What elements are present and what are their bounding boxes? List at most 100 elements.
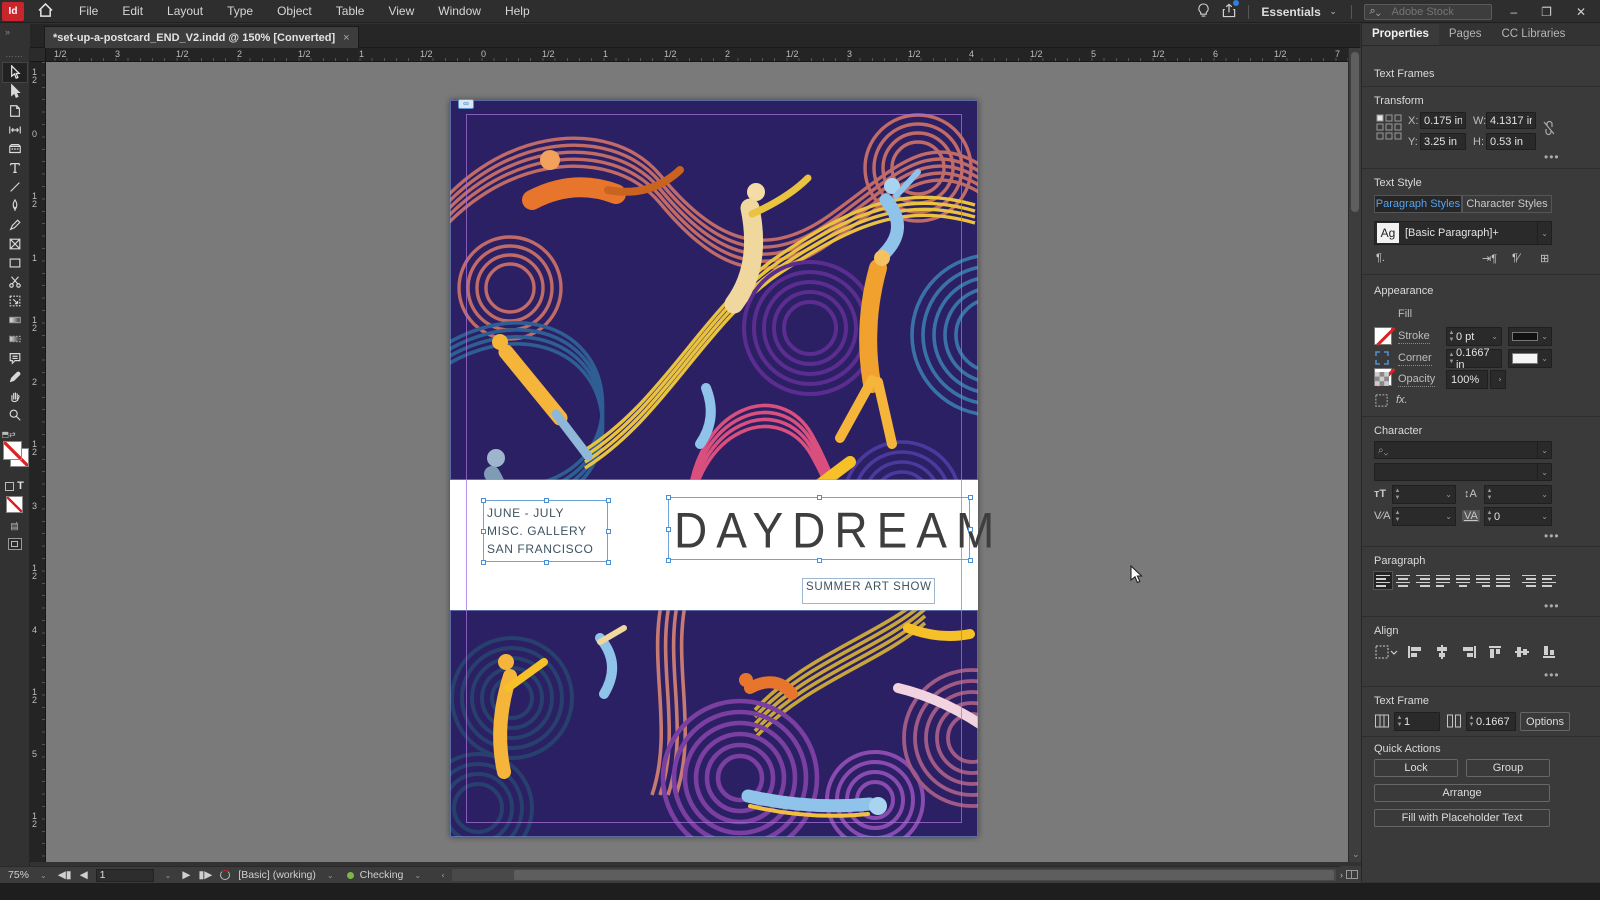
selection-handle[interactable] [606,529,611,534]
align-center-h-button[interactable] [1433,644,1453,660]
spread-view-tools[interactable]: › [1340,866,1361,883]
workspace-switcher[interactable]: Essentials ⌄ [1261,5,1339,19]
selection-handle[interactable] [968,558,973,563]
character-more-options[interactable]: ••• [1544,529,1560,543]
stock-search-input[interactable] [1364,3,1493,20]
preflight-preset[interactable]: [Basic] (working) [238,869,316,881]
selection-handle[interactable] [481,529,486,534]
corner-options-icon[interactable] [1374,350,1390,366]
selection-handle[interactable] [666,495,671,500]
menu-table[interactable]: Table [324,4,377,18]
artwork-bottom-image[interactable] [450,610,978,837]
columns-control[interactable]: ▲ ▼ 1 [1394,712,1440,731]
font-style-dropdown[interactable]: ⌄ [1374,463,1552,481]
stock-search[interactable]: ⌕⌄ [1364,3,1493,20]
pen-tool[interactable] [3,196,27,215]
w-field[interactable] [1486,112,1536,129]
selection-handle[interactable] [543,560,549,565]
paragraph-align-center-button[interactable] [1394,572,1412,589]
lock-button[interactable]: Lock [1374,759,1458,777]
note-tool[interactable] [3,348,27,367]
style-dropdown-chevron-icon[interactable]: ⌄ [1537,222,1551,244]
menu-window[interactable]: Window [426,4,493,18]
clear-overrides-icon[interactable]: ¶⁄ [1512,252,1520,264]
x-field[interactable] [1420,112,1466,129]
selection-handle[interactable] [481,498,486,503]
menu-help[interactable]: Help [493,4,542,18]
group-button[interactable]: Group [1466,759,1550,777]
align-left-button[interactable] [1406,644,1426,660]
transform-more-options[interactable]: ••• [1544,150,1560,164]
corner-shape-control[interactable]: ⌄ [1508,349,1552,368]
menu-view[interactable]: View [376,4,426,18]
scroll-left-arrow-icon[interactable]: ⌄ [440,869,449,882]
frame-tool[interactable] [3,234,27,253]
document-page[interactable]: ∞ JUNE - JULY MISC. GALLERY SAN FRANCISC… [450,99,994,837]
page-tool[interactable] [3,101,27,120]
paragraph-align-away-from-spine-button[interactable] [1540,572,1558,589]
screen-mode-icon[interactable] [7,538,22,550]
preflight-icon[interactable] [220,870,231,880]
horizontal-scrollbar-thumb[interactable] [514,870,1334,880]
kerning-control[interactable]: ▲ ▼ ⌄ [1392,507,1456,526]
font-style-chevron-icon[interactable]: ⌄ [1537,464,1551,480]
document-tab[interactable]: *set-up-a-postcard_END_V2.indd @ 150% [C… [44,26,359,48]
page-chevron-icon[interactable]: ⌄ [162,871,175,880]
status-chevron-icon[interactable]: ⌄ [411,871,424,880]
fx-label[interactable]: fx. [1396,394,1408,406]
hand-tool[interactable] [3,386,27,405]
text-frame-options-button[interactable]: Options [1520,712,1570,731]
share-icon[interactable] [1222,0,1240,21]
type-tool[interactable] [3,158,27,177]
pasteboard[interactable]: ∞ JUNE - JULY MISC. GALLERY SAN FRANCISC… [46,62,1348,862]
arrange-button[interactable]: Arrange [1374,784,1550,802]
paragraph-align-right-button[interactable] [1414,572,1432,589]
fill-placeholder-button[interactable]: Fill with Placeholder Text [1374,809,1550,827]
character-styles-tab[interactable]: Character Styles [1462,195,1552,213]
corner-shape-chevron-icon[interactable]: ⌄ [1538,354,1551,363]
scissors-tool[interactable] [3,272,27,291]
free-transform-tool[interactable] [3,291,27,310]
document-tab-close-icon[interactable]: × [343,32,349,44]
y-field[interactable] [1420,133,1466,150]
selection-handle[interactable] [968,526,973,532]
corner-size-control[interactable]: ▲ ▼ 0.1667 in [1446,347,1502,371]
address-text-frame[interactable]: JUNE - JULY MISC. GALLERY SAN FRANCISCO [481,498,611,565]
selection-handle[interactable] [606,498,611,503]
stroke-stepper[interactable]: ▲ ▼ [1447,330,1456,344]
pencil-tool[interactable] [3,215,27,234]
corner-label[interactable]: Corner [1398,352,1432,366]
line-tool[interactable] [3,177,27,196]
fill-color-swatch[interactable] [1374,327,1392,345]
menu-type[interactable]: Type [215,4,265,18]
rectangle-tool[interactable] [3,253,27,272]
gutter-control[interactable]: ▲ ▼ 0.1667 [1466,712,1516,731]
opacity-expand-button[interactable]: ⌄ [1490,370,1506,389]
opacity-control[interactable]: 100% [1446,370,1488,389]
h-field[interactable] [1486,133,1536,150]
font-size-control[interactable]: ▲ ▼ ⌄ [1392,485,1456,504]
object-effects-icon[interactable] [1374,393,1389,408]
zoom-level[interactable]: 75% [8,869,29,881]
selection-handle[interactable] [968,495,973,500]
selection-handle[interactable] [543,498,549,503]
last-page-button[interactable]: ▮▶ [198,869,212,881]
selection-handle[interactable] [817,495,822,500]
subtitle-text-frame[interactable]: SUMMER ART SHOW [802,578,935,604]
preset-chevron-icon[interactable]: ⌄ [324,871,337,880]
stroke-weight-control[interactable]: ▲ ▼ 0 pt ⌄ [1446,327,1502,346]
stroke-style-chevron-icon[interactable]: ⌄ [1538,332,1551,341]
selection-handle[interactable] [481,560,486,565]
font-family-dropdown[interactable]: ⌕⌄ ⌄ [1374,441,1552,459]
panel-expand-icon[interactable]: » [5,27,10,37]
menu-edit[interactable]: Edit [110,4,155,18]
stroke-style-control[interactable]: ⌄ [1508,327,1552,346]
formatting-affects-container-icon[interactable] [5,481,15,491]
selection-handle[interactable] [606,560,611,565]
align-top-button[interactable] [1487,644,1507,660]
paragraph-more-options[interactable]: ••• [1544,599,1560,613]
align-to-selector[interactable] [1374,644,1400,660]
title-text-frame[interactable]: DAYDREAM [666,495,994,563]
menu-object[interactable]: Object [265,4,324,18]
horizontal-ruler[interactable]: 1/2 3 1/2 2 1/2 1 1/2 0 1/2 1 1/2 2 1/2 3 1/2 4 1/2 5 1/2 6… [30,48,1348,62]
